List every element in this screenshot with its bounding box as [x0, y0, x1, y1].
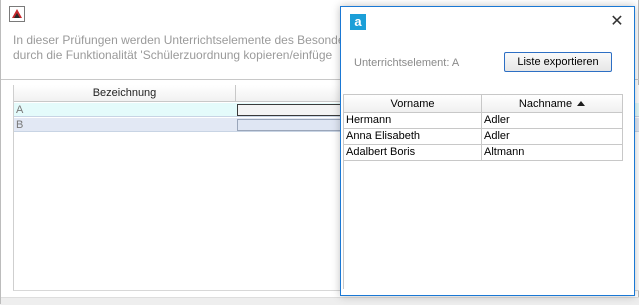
- column-header-vorname[interactable]: Vorname: [344, 95, 482, 113]
- row-label: B: [16, 119, 24, 131]
- table-row[interactable]: Adalbert Boris Altmann: [344, 145, 623, 161]
- column-header-label: Vorname: [390, 98, 435, 110]
- row-label: A: [16, 104, 24, 116]
- column-header-label: Nachname: [518, 98, 573, 110]
- app-icon: a: [350, 14, 366, 30]
- table-row[interactable]: Hermann Adler: [344, 113, 623, 129]
- cell-vorname[interactable]: Hermann: [344, 113, 482, 129]
- row-cell-bar: [237, 104, 345, 116]
- table-row[interactable]: Anna Elisabeth Adler: [344, 129, 623, 145]
- column-header-bezeichnung[interactable]: Bezeichnung: [14, 85, 236, 102]
- sort-ascending-icon: [577, 101, 586, 106]
- schueler-table: Vorname Nachname Hermann Adler Anna Elis…: [343, 94, 623, 289]
- cell-nachname[interactable]: Adler: [482, 113, 623, 129]
- cell-nachname[interactable]: Adler: [482, 129, 623, 145]
- cell-vorname[interactable]: Anna Elisabeth: [344, 129, 482, 145]
- close-button[interactable]: ✕: [608, 13, 626, 31]
- info-line-1: In dieser Prüfungen werden Unterrichtsel…: [13, 33, 345, 47]
- schueler-dialog: a ✕ Unterrichtselement: A Liste exportie…: [340, 6, 635, 296]
- column-header-nachname[interactable]: Nachname: [482, 95, 623, 113]
- cell-vorname[interactable]: Adalbert Boris: [344, 145, 482, 161]
- dialog-titlebar[interactable]: a ✕: [341, 7, 634, 38]
- cell-nachname[interactable]: Altmann: [482, 145, 623, 161]
- app-logo-icon: [9, 6, 25, 22]
- info-line-2: durch die Funktionalität 'Schülerzuordnu…: [13, 48, 333, 62]
- column-header-2[interactable]: [236, 85, 346, 102]
- info-text: In dieser Prüfungen werden Unterrichtsel…: [13, 33, 345, 63]
- row-cell-bar: [237, 119, 345, 131]
- export-list-button[interactable]: Liste exportieren: [504, 52, 612, 72]
- unterrichtselement-label: Unterrichtselement: A: [354, 57, 460, 69]
